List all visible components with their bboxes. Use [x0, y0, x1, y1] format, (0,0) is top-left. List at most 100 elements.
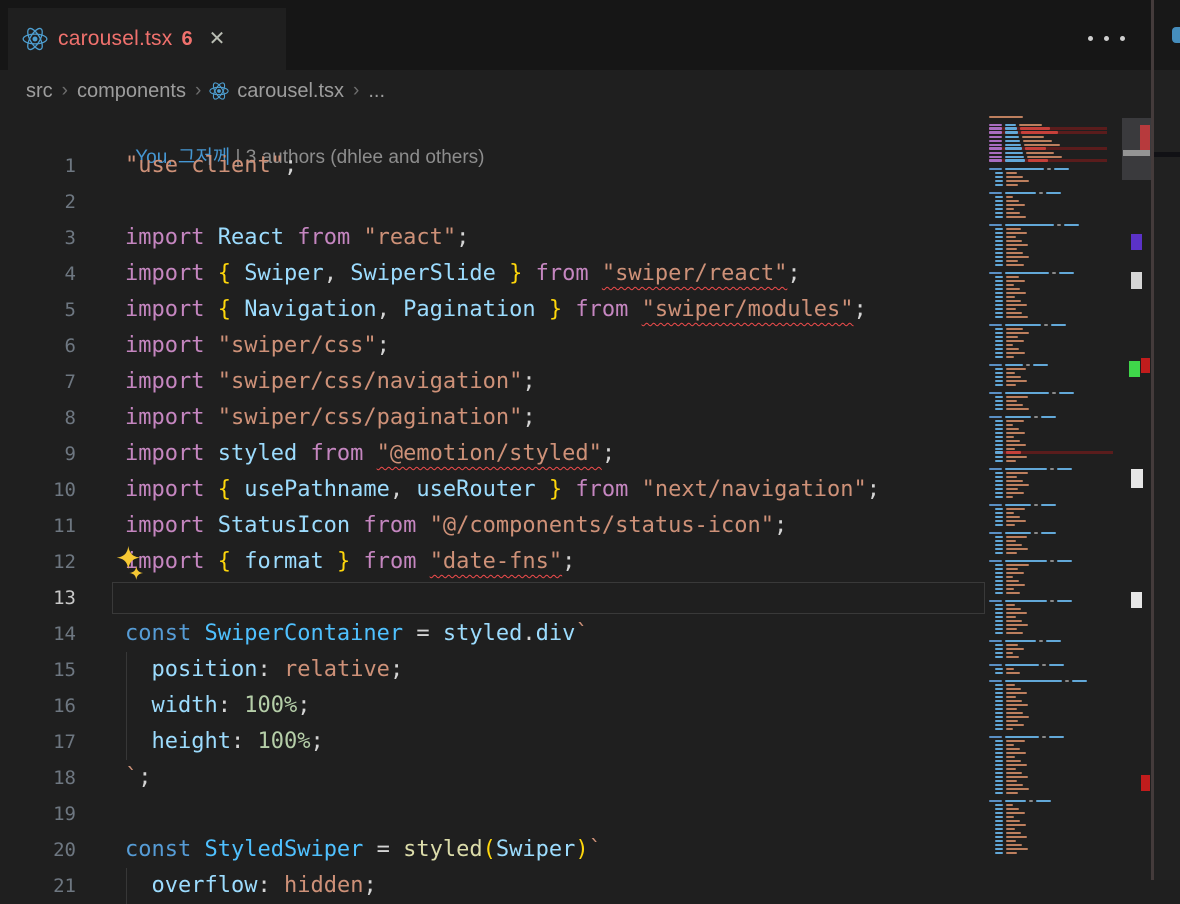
line-number[interactable]: 11: [0, 508, 76, 544]
line-number[interactable]: 21: [0, 868, 76, 904]
minimap-row: [995, 443, 1026, 446]
line-number[interactable]: 1: [0, 148, 76, 184]
minimap-row: [995, 515, 1020, 518]
code-line-5[interactable]: 5import { Navigation, Pagination } from …: [0, 292, 985, 328]
minimap-row: [989, 735, 1064, 738]
current-line-highlight: [112, 582, 985, 614]
line-number[interactable]: 17: [0, 724, 76, 760]
ruler-mark-error: [1141, 358, 1150, 373]
minimap-row: [995, 303, 1027, 306]
code-line-11[interactable]: 11import StatusIcon from "@/components/s…: [0, 508, 985, 544]
minimap-row: [995, 455, 1027, 458]
minimap-row: [989, 139, 1052, 142]
minimap-row: [995, 339, 1024, 342]
minimap-row: [995, 459, 1016, 462]
minimap-row: [995, 199, 1019, 202]
line-number[interactable]: 20: [0, 832, 76, 868]
minimap-row: [989, 415, 1056, 418]
line-number[interactable]: 5: [0, 292, 76, 328]
code-line-8[interactable]: 8import "swiper/css/pagination";: [0, 400, 985, 436]
minimap-row: [995, 707, 1017, 710]
code-line-16[interactable]: 16 width: 100%;: [0, 688, 985, 724]
minimap-row: [995, 395, 1028, 398]
minimap-row: [995, 343, 1013, 346]
line-number[interactable]: 8: [0, 400, 76, 436]
minimap-row: [995, 779, 1017, 782]
line-content: import React from "react";: [125, 220, 469, 256]
minimap-row: [995, 399, 1017, 402]
minimap-row: [995, 231, 1027, 234]
code-line-13[interactable]: 13: [0, 580, 985, 616]
minimap-row: [995, 371, 1015, 374]
line-number[interactable]: 6: [0, 328, 76, 364]
code-line-2[interactable]: 2: [0, 184, 985, 220]
minimap-row: [995, 547, 1028, 550]
ruler-mark-selection: [1131, 592, 1142, 608]
minimap-row: [995, 807, 1019, 810]
minimap-row: [989, 115, 1023, 118]
minimap-row: [995, 483, 1029, 486]
minimap-row: [995, 179, 1029, 182]
line-number[interactable]: 18: [0, 760, 76, 796]
code-line-21[interactable]: 21 overflow: hidden;: [0, 868, 985, 904]
minimap-row: [995, 215, 1026, 218]
line-content: import styled from "@emotion/styled";: [125, 436, 615, 472]
minimap-row: [995, 171, 1017, 174]
minimap-row: [989, 639, 1061, 642]
line-content: position: relative;: [125, 652, 403, 688]
code-line-10[interactable]: 10import { usePathname, useRouter } from…: [0, 472, 985, 508]
code-line-7[interactable]: 7import "swiper/css/navigation";: [0, 364, 985, 400]
minimap-row: [995, 839, 1016, 842]
ai-sparkle-icon[interactable]: [116, 546, 146, 582]
line-number[interactable]: 16: [0, 688, 76, 724]
ruler-mark-modified: [1131, 234, 1142, 250]
line-number[interactable]: 10: [0, 472, 76, 508]
minimap-row: [995, 423, 1013, 426]
minimap-row: [995, 847, 1028, 850]
editor-more-actions-icon[interactable]: [1088, 36, 1125, 41]
minimap-row: [995, 539, 1016, 542]
line-number[interactable]: 3: [0, 220, 76, 256]
minimap-row: [989, 191, 1061, 194]
code-line-4[interactable]: 4 import { Swiper, SwiperSlide } from "sw…: [0, 256, 985, 292]
line-content: overflow: hidden;: [125, 868, 377, 904]
minimap-row: [995, 475, 1017, 478]
minimap-row: [995, 671, 1020, 674]
line-number[interactable]: 14: [0, 616, 76, 652]
code-line-17[interactable]: 17 height: 100%;: [0, 724, 985, 760]
line-number[interactable]: 2: [0, 184, 76, 220]
line-number[interactable]: 4: [0, 256, 76, 292]
code-line-6[interactable]: 6import "swiper/css";: [0, 328, 985, 364]
minimap-row: [989, 799, 1051, 802]
line-content: import { Swiper, SwiperSlide } from "swi…: [125, 256, 801, 292]
code-line-12[interactable]: 12import { format } from "date-fns";: [0, 544, 985, 580]
minimap-row: [995, 787, 1029, 790]
line-number[interactable]: 12: [0, 544, 76, 580]
line-number[interactable]: 19: [0, 796, 76, 832]
code-line-9[interactable]: 9 import styled from "@emotion/styled";: [0, 436, 985, 472]
line-number[interactable]: 13: [0, 580, 76, 616]
line-number[interactable]: 15: [0, 652, 76, 688]
minimap-row: [995, 291, 1026, 294]
code-line-14[interactable]: 14const SwiperContainer = styled.div`: [0, 616, 985, 652]
minimap-row: [995, 255, 1029, 258]
minimap-row: [995, 691, 1027, 694]
minimap-row: [995, 699, 1022, 702]
code-editor[interactable]: 1"use client";23 import React from "react…: [0, 0, 985, 880]
line-number[interactable]: 9: [0, 436, 76, 472]
minimap-row: [995, 751, 1026, 754]
vscode-editor-window: { "colors": { "editor_bg": "#1f1f1f", "t…: [0, 0, 1180, 880]
code-line-15[interactable]: 15 position: relative;: [0, 652, 985, 688]
minimap-row: [995, 375, 1021, 378]
code-line-18[interactable]: 18`;: [0, 760, 985, 796]
line-number[interactable]: 7: [0, 364, 76, 400]
minimap[interactable]: [985, 112, 1122, 880]
minimap-row: [995, 551, 1017, 554]
react-icon: [1172, 27, 1180, 43]
code-line-3[interactable]: 3 import React from "react";: [0, 220, 985, 256]
minimap-row: [995, 571, 1024, 574]
code-line-20[interactable]: 20const StyledSwiper = styled(Swiper)`: [0, 832, 985, 868]
code-line-1[interactable]: 1"use client";: [0, 148, 985, 184]
code-line-19[interactable]: 19: [0, 796, 985, 832]
minimap-row: [995, 607, 1021, 610]
